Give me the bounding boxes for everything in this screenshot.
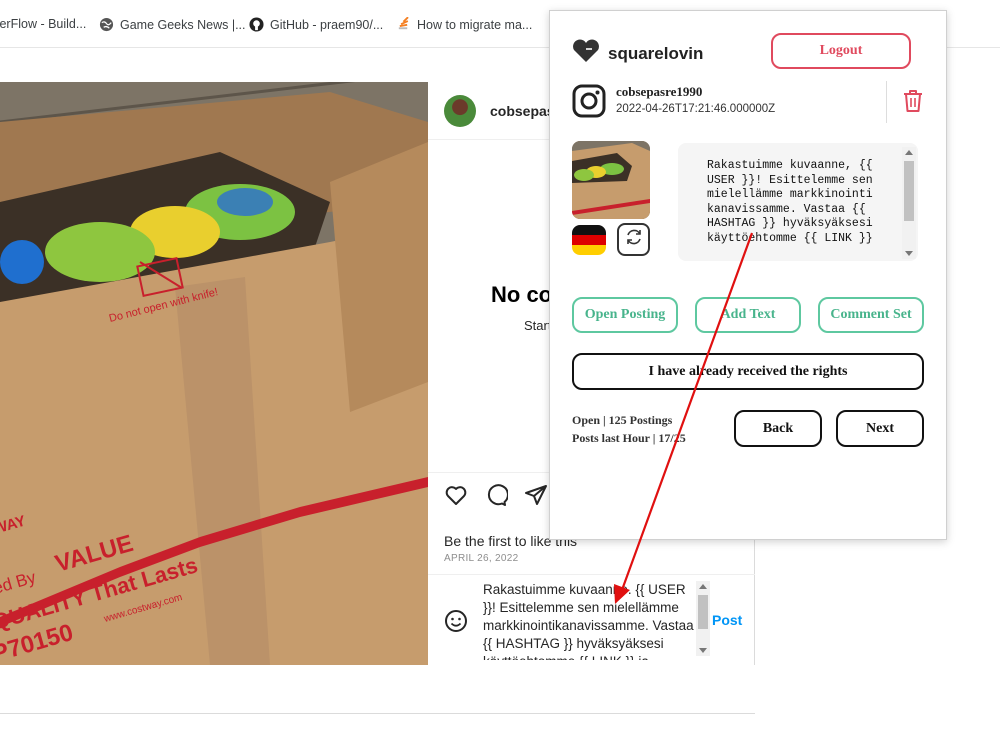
avatar[interactable]	[444, 95, 476, 127]
extension-popup: squarelovin Logout cobsepasre1990 2022-0…	[549, 10, 947, 540]
comment-set-label: Comment Set	[830, 307, 912, 322]
next-button[interactable]: Next	[836, 410, 924, 447]
comment-input[interactable]: Rakastuimme kuvaanne. {{ USER }}! Esitte…	[483, 581, 697, 660]
post-photo: Do not open with knife! WAY ed By VALUE …	[0, 82, 428, 665]
heart-icon[interactable]	[444, 483, 468, 507]
github-icon	[249, 17, 264, 32]
divider	[886, 81, 887, 123]
stack-overflow-icon	[396, 16, 411, 32]
bookmark-label: How to migrate ma...	[417, 17, 533, 32]
refresh-icon	[624, 227, 644, 252]
brand-name: squarelovin	[608, 43, 704, 63]
bookmark-item[interactable]: terFlow - Build...	[0, 17, 86, 31]
posts-last-hour: Posts last Hour | 17/25	[572, 431, 686, 445]
open-posting-button[interactable]: Open Posting	[572, 297, 678, 333]
comment-set-button[interactable]: Comment Set	[818, 297, 924, 333]
post-thumbnail	[572, 141, 650, 219]
divider	[0, 713, 755, 714]
logout-label: Logout	[819, 43, 863, 58]
caption-textarea[interactable]: Rakastuimme kuvaanne, {{ USER }}! Esitte…	[678, 143, 918, 261]
brand-logo: squarelovin	[572, 39, 703, 68]
rights-received-button[interactable]: I have already received the rights	[572, 353, 924, 390]
add-text-button[interactable]: Add Text	[695, 297, 801, 333]
account-name: cobsepasre1990	[616, 84, 703, 99]
instagram-icon	[572, 84, 606, 118]
comment-scrollbar[interactable]	[696, 581, 710, 656]
back-label: Back	[762, 420, 794, 436]
bookmark-label: terFlow - Build...	[0, 17, 87, 31]
bookmark-item[interactable]: Game Geeks News |...	[99, 17, 246, 32]
posting-stats: Open | 125 Postings Posts last Hour | 17…	[572, 411, 686, 447]
germany-flag-icon[interactable]	[572, 225, 606, 255]
account-date: 2022-04-26T17:21:46.000000Z	[616, 103, 776, 115]
no-comments-title: No co	[491, 282, 553, 307]
globe-icon	[99, 17, 114, 32]
caption-text: Rakastuimme kuvaanne, {{ USER }}! Esitte…	[707, 159, 873, 245]
bookmark-label: GitHub - praem90/...	[270, 17, 384, 32]
open-postings-count: Open | 125 Postings	[572, 413, 673, 427]
add-text-label: Add Text	[720, 307, 776, 322]
back-button[interactable]: Back	[734, 410, 822, 447]
comment-box: Rakastuimme kuvaanne. {{ USER }}! Esitte…	[428, 574, 755, 665]
trash-icon[interactable]	[903, 89, 923, 113]
rights-received-label: I have already received the rights	[648, 363, 848, 379]
refresh-button[interactable]	[617, 223, 650, 256]
logout-button[interactable]: Logout	[771, 33, 911, 69]
post-comment-button[interactable]: Post	[712, 612, 742, 628]
caption-scrollbar[interactable]	[902, 147, 916, 259]
share-icon[interactable]	[524, 483, 548, 507]
next-label: Next	[866, 420, 894, 436]
bookmark-item[interactable]: How to migrate ma...	[396, 16, 533, 32]
bookmark-label: Game Geeks News |...	[120, 17, 246, 32]
emoji-icon[interactable]	[444, 609, 468, 633]
post-username[interactable]: cobsepas	[490, 103, 555, 119]
heart-logo-icon	[572, 39, 600, 68]
open-posting-label: Open Posting	[584, 307, 666, 322]
bookmark-item[interactable]: GitHub - praem90/...	[249, 17, 383, 32]
post-date: APRIL 26, 2022	[444, 553, 519, 564]
comment-icon[interactable]	[484, 483, 509, 507]
no-comments-subtitle: Start	[524, 318, 552, 333]
